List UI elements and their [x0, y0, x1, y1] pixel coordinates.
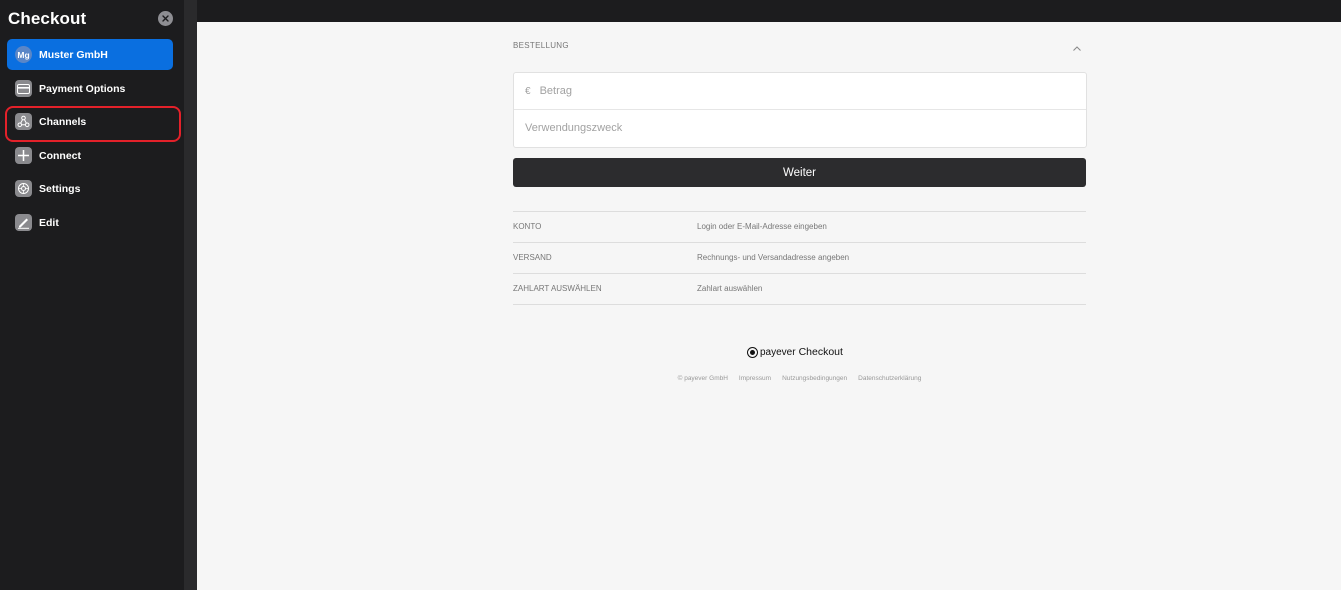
amount-input[interactable]	[539, 85, 1060, 97]
footer-link-privacy[interactable]: Datenschutzerklärung	[858, 375, 921, 382]
order-form: €	[513, 72, 1087, 148]
checkout-preview: BESTELLUNG € Weiter KONTO Login oder E-M…	[197, 22, 1341, 590]
sidebar-item-channels[interactable]: Channels	[7, 106, 173, 137]
sidebar-item-label: Edit	[39, 216, 59, 229]
sidebar-item-settings[interactable]: Settings	[7, 173, 173, 204]
step-name: VERSAND	[513, 253, 552, 262]
sidebar-item-label: Settings	[39, 182, 81, 195]
payever-logo-icon	[747, 346, 758, 358]
step-description: Login oder E-Mail-Adresse eingeben	[697, 222, 827, 231]
sidebar-item-muster-gmbh[interactable]: Mg Muster GmbH	[7, 39, 173, 70]
purpose-field	[514, 110, 1086, 146]
brand-product: Checkout	[798, 346, 843, 358]
sidebar-divider	[184, 0, 197, 590]
close-icon[interactable]	[158, 11, 173, 26]
sidebar-item-payment-options[interactable]: Payment Options	[7, 73, 173, 104]
sidebar-title: Checkout	[8, 9, 87, 28]
sidebar: Checkout Mg Muster GmbH Payment Options …	[0, 0, 184, 590]
sidebar-item-label: Muster GmbH	[39, 48, 108, 61]
channels-icon	[15, 113, 32, 130]
step-name: KONTO	[513, 222, 542, 231]
section-title: BESTELLUNG	[513, 41, 569, 50]
sidebar-header: Checkout	[0, 0, 184, 38]
step-description: Rechnungs- und Versandadresse angeben	[697, 253, 850, 262]
step-description: Zahlart auswählen	[697, 284, 763, 293]
step-row-versand[interactable]: VERSAND Rechnungs- und Versandadresse an…	[513, 242, 1086, 273]
order-section-header[interactable]: BESTELLUNG	[513, 41, 1086, 53]
purpose-input[interactable]	[525, 122, 1045, 134]
footer-link-impressum[interactable]: Impressum	[739, 375, 771, 382]
plus-icon	[15, 147, 32, 164]
footer-copyright: © payever GmbH	[677, 375, 728, 382]
footer-link-terms[interactable]: Nutzungsbedingungen	[782, 375, 847, 382]
step-name: ZAHLART AUSWÄHLEN	[513, 284, 602, 293]
avatar: Mg	[15, 46, 32, 63]
chevron-up-icon[interactable]	[1072, 41, 1082, 51]
payever-brand: payever Checkout	[747, 346, 843, 358]
footer-links: © payever GmbH Impressum Nutzungsbedingu…	[513, 375, 1086, 382]
sidebar-item-label: Channels	[39, 115, 87, 128]
currency-symbol: €	[525, 85, 531, 97]
top-bar	[197, 0, 1341, 22]
edit-icon	[15, 214, 32, 231]
sidebar-item-connect[interactable]: Connect	[7, 140, 173, 171]
checkout-steps: KONTO Login oder E-Mail-Adresse eingeben…	[513, 211, 1086, 305]
sidebar-item-label: Payment Options	[39, 82, 126, 95]
step-row-zahlart[interactable]: ZAHLART AUSWÄHLEN Zahlart auswählen	[513, 273, 1086, 305]
card-icon	[15, 80, 32, 97]
step-row-konto[interactable]: KONTO Login oder E-Mail-Adresse eingeben	[513, 211, 1086, 242]
sidebar-item-label: Connect	[39, 149, 81, 162]
sidebar-item-edit[interactable]: Edit	[7, 207, 173, 238]
brand-name: payever	[760, 346, 796, 358]
amount-field: €	[514, 73, 1086, 110]
gear-icon	[15, 180, 32, 197]
continue-button[interactable]: Weiter	[513, 158, 1086, 187]
